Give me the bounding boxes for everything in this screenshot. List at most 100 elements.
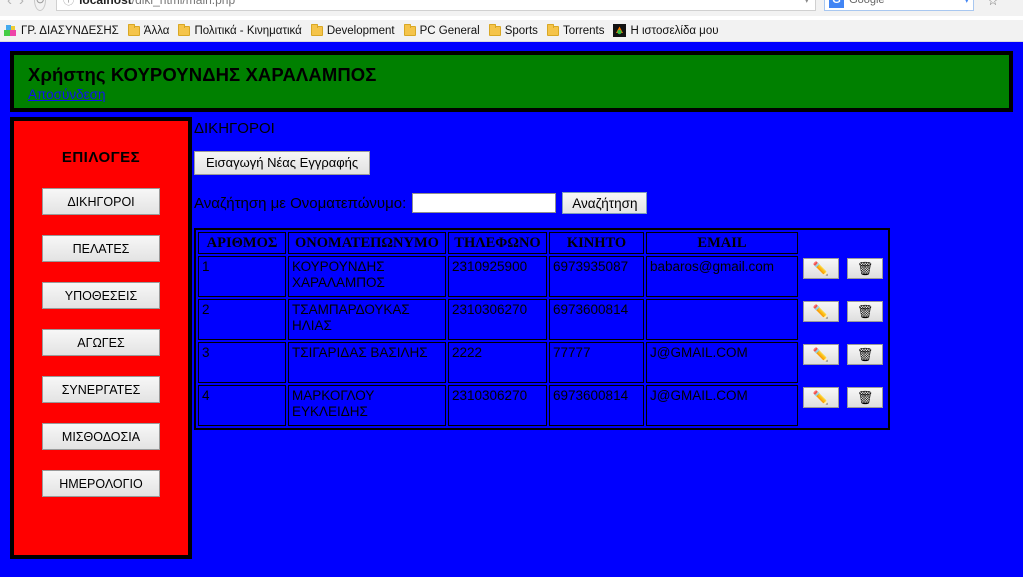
edit-row-button[interactable]: ✏️: [803, 301, 839, 322]
folder-icon: [546, 23, 559, 36]
folder-icon: [488, 23, 501, 36]
sidebar-title: ΕΠΙΛΟΓΕΣ: [61, 149, 141, 166]
sidebar-item-pelates[interactable]: ΠΕΛΑΤΕΣ: [42, 235, 160, 262]
puzzle-icon: [4, 24, 17, 37]
cell-number: 4: [198, 385, 286, 426]
forward-icon[interactable]: ›: [19, 0, 24, 8]
cell-fullname: ΤΣΙΓΑΡΙΔΑΣ ΒΑΣΙΛΗΣ: [288, 342, 446, 383]
site-info-icon[interactable]: ⓘ: [63, 0, 74, 8]
sidebar: ΕΠΙΛΟΓΕΣ ΔΙΚΗΓΟΡΟΙ ΠΕΛΑΤΕΣ ΥΠΟΘΕΣΕΙΣ ΑΓΩ…: [10, 117, 192, 559]
chevron-down-icon[interactable]: ▾: [965, 0, 970, 6]
delete-row-button[interactable]: 🗑: [847, 258, 883, 279]
table-row: 4 ΜΑΡΚΟΓΛΟΥ ΕΥΚΛΕΙΔΗΣ 2310306270 6973600…: [198, 385, 886, 426]
logout-link[interactable]: Αποσύνδεση: [28, 87, 105, 102]
search-engine-label: Google: [849, 0, 885, 6]
delete-row-button[interactable]: 🗑: [847, 387, 883, 408]
cell-email: J@GMAIL.COM: [646, 385, 798, 426]
bookmark-item[interactable]: Η ιστοσελίδα μου: [613, 21, 719, 41]
column-header-number: ΑΡΙΘΜΟΣ: [198, 232, 286, 254]
cell-mobile: 6973600814: [549, 385, 644, 426]
edit-row-button[interactable]: ✏️: [803, 387, 839, 408]
back-icon[interactable]: ‹: [7, 0, 12, 8]
cell-mobile: 77777: [549, 342, 644, 383]
user-header-bar: Χρήστης ΚΟΥΡΟΥΝΔΗΣ ΧΑΡΑΛΑΜΠΟΣ Αποσύνδεση: [10, 51, 1013, 112]
lawyers-table: ΑΡΙΘΜΟΣ ΟΝΟΜΑΤΕΠΩΝΥΜΟ ΤΗΛΕΦΩΝΟ ΚΙΝΗΤΟ EM…: [194, 228, 890, 430]
cell-email: [646, 299, 798, 340]
search-label: Αναζήτηση με Ονοματεπώνυμο:: [194, 194, 407, 212]
cell-email: babaros@gmail.com: [646, 256, 798, 297]
column-header-edit: [800, 232, 842, 254]
column-header-mobile: ΚΙΝΗΤΟ: [549, 232, 644, 254]
table-header-row: ΑΡΙΘΜΟΣ ΟΝΟΜΑΤΕΠΩΝΥΜΟ ΤΗΛΕΦΩΝΟ ΚΙΝΗΤΟ EM…: [198, 232, 886, 254]
page-body: Χρήστης ΚΟΥΡΟΥΝΔΗΣ ΧΑΡΑΛΑΜΠΟΣ Αποσύνδεση…: [0, 42, 1023, 577]
cell-phone: 2310925900: [448, 256, 547, 297]
chevron-down-icon[interactable]: ▾: [805, 0, 810, 6]
bookmark-item[interactable]: ΓΡ. ΔΙΑΣΥΝΔΕΣΗΣ: [4, 21, 119, 41]
folder-icon: [310, 23, 323, 36]
content-heading: ΔΙΚΗΓΟΡΟΙ: [194, 120, 275, 137]
cell-fullname: ΚΟΥΡΟΥΝΔΗΣ ΧΑΡΑΛΑΜΠΟΣ: [288, 256, 446, 297]
bookmark-label: Η ιστοσελίδα μου: [630, 24, 719, 37]
url-path: /diki_html/main.php: [131, 0, 236, 7]
table-row: 1 ΚΟΥΡΟΥΝΔΗΣ ΧΑΡΑΛΑΜΠΟΣ 2310925900 69739…: [198, 256, 886, 297]
google-icon: G: [829, 0, 845, 8]
sidebar-item-dikigoroi[interactable]: ΔΙΚΗΓΟΡΟΙ: [42, 188, 160, 215]
cell-number: 3: [198, 342, 286, 383]
sidebar-item-synergates[interactable]: ΣΥΝΕΡΓΑΤΕΣ: [42, 376, 160, 403]
cell-mobile: 6973600814: [549, 299, 644, 340]
bookmark-item[interactable]: Torrents: [546, 21, 605, 41]
bookmark-item[interactable]: Πολιτικά - Κινηματικά: [178, 21, 302, 41]
sidebar-item-imerologio[interactable]: ΗΜΕΡΟΛΟΓΙΟ: [42, 470, 160, 497]
cell-number: 2: [198, 299, 286, 340]
edit-row-button[interactable]: ✏️: [803, 344, 839, 365]
address-bar[interactable]: ⓘ localhost /diki_html/main.php ▾: [56, 0, 817, 11]
url-host: localhost: [79, 0, 132, 7]
folder-icon: [403, 23, 416, 36]
bookmarks-bar: ΓΡ. ΔΙΑΣΥΝΔΕΣΗΣ Άλλα Πολιτικά - Κινηματι…: [0, 20, 1023, 42]
bookmark-label: PC General: [419, 24, 480, 37]
search-button[interactable]: Αναζήτηση: [562, 192, 648, 214]
delete-row-button[interactable]: 🗑: [847, 301, 883, 322]
cell-number: 1: [198, 256, 286, 297]
cell-phone: 2222: [448, 342, 547, 383]
table-row: 3 ΤΣΙΓΑΡΙΔΑΣ ΒΑΣΙΛΗΣ 2222 77777 J@GMAIL.…: [198, 342, 886, 383]
column-header-phone: ΤΗΛΕΦΩΝΟ: [448, 232, 547, 254]
bookmark-star-icon[interactable]: ☆: [987, 0, 999, 7]
bookmark-item[interactable]: Άλλα: [127, 21, 170, 41]
column-header-fullname: ΟΝΟΜΑΤΕΠΩΝΥΜΟ: [288, 232, 446, 254]
folder-icon: [178, 23, 191, 36]
main-content: ΔΙΚΗΓΟΡΟΙ Εισαγωγή Νέας Εγγραφής Αναζήτη…: [190, 120, 1023, 430]
search-row: Αναζήτηση με Ονοματεπώνυμο: Αναζήτηση: [194, 192, 1023, 214]
column-header-email: EMAIL: [646, 232, 798, 254]
cell-fullname: ΜΑΡΚΟΓΛΟΥ ΕΥΚΛΕΙΔΗΣ: [288, 385, 446, 426]
edit-row-button[interactable]: ✏️: [803, 258, 839, 279]
cell-fullname: ΤΣΑΜΠΑΡΔΟΥΚΑΣ ΗΛΙΑΣ: [288, 299, 446, 340]
bookmark-item[interactable]: Development: [310, 21, 395, 41]
bookmark-item[interactable]: Sports: [488, 21, 538, 41]
table-row: 2 ΤΣΑΜΠΑΡΔΟΥΚΑΣ ΗΛΙΑΣ 2310306270 6973600…: [198, 299, 886, 340]
insert-new-record-button[interactable]: Εισαγωγή Νέας Εγγραφής: [194, 151, 371, 175]
sidebar-item-agoges[interactable]: ΑΓΩΓΕΣ: [42, 329, 160, 356]
cell-email: J@GMAIL.COM: [646, 342, 798, 383]
page-title: Χρήστης ΚΟΥΡΟΥΝΔΗΣ ΧΑΡΑΛΑΜΠΟΣ: [28, 64, 377, 85]
bookmark-label: ΓΡ. ΔΙΑΣΥΝΔΕΣΗΣ: [21, 24, 119, 37]
data-table-container: ΑΡΙΘΜΟΣ ΟΝΟΜΑΤΕΠΩΝΥΜΟ ΤΗΛΕΦΩΝΟ ΚΙΝΗΤΟ EM…: [194, 228, 1023, 430]
bookmark-label: Πολιτικά - Κινηματικά: [194, 24, 302, 37]
reload-icon[interactable]: ↻: [34, 0, 47, 11]
bookmark-label: Development: [326, 24, 395, 37]
bookmark-label: Sports: [504, 24, 538, 37]
search-engine-box[interactable]: G Google ▾: [824, 0, 975, 11]
browser-chrome: ‹ › ↻ ⓘ localhost /diki_html/main.php ▾ …: [0, 0, 1023, 20]
bookmark-label: Άλλα: [143, 24, 170, 37]
folder-icon: [127, 23, 140, 36]
bookmark-label: Torrents: [562, 24, 605, 37]
sidebar-item-ypotheseis[interactable]: ΥΠΟΘΕΣΕΙΣ: [42, 282, 160, 309]
browser-toolbar: ‹ › ↻ ⓘ localhost /diki_html/main.php ▾ …: [0, 0, 1023, 16]
bookmark-item[interactable]: PC General: [403, 21, 480, 41]
delete-row-button[interactable]: 🗑: [847, 344, 883, 365]
cell-mobile: 6973935087: [549, 256, 644, 297]
joomla-icon: [613, 24, 627, 37]
sidebar-item-misthodosia[interactable]: ΜΙΣΘΟΔΟΣΙΑ: [42, 423, 160, 450]
column-header-delete: [844, 232, 886, 254]
search-input[interactable]: [412, 193, 557, 213]
